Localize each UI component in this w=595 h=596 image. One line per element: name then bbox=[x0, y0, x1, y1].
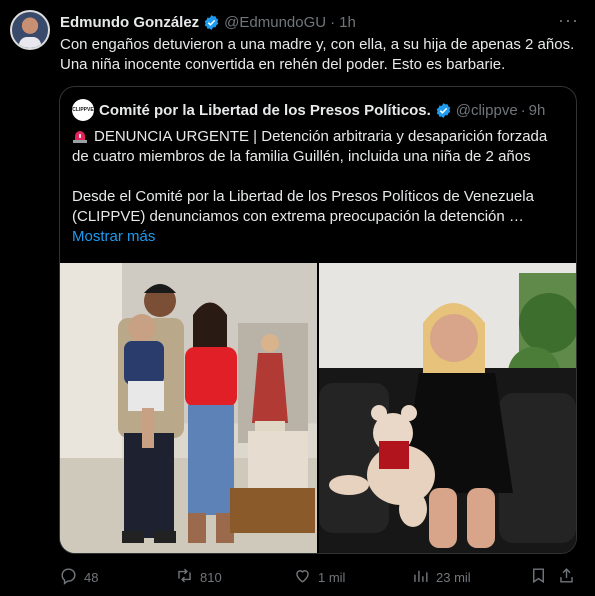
heart-icon bbox=[293, 566, 312, 588]
like-button[interactable]: 1 mil bbox=[293, 566, 345, 588]
author-name[interactable]: Edmundo González bbox=[60, 14, 199, 31]
quoted-author-handle: @clippve bbox=[455, 101, 518, 119]
bookmark-button[interactable] bbox=[529, 566, 548, 588]
siren-icon bbox=[72, 129, 88, 143]
repost-icon bbox=[175, 566, 194, 588]
tweet-text: Con engaños detuvieron a una madre y, co… bbox=[60, 36, 575, 73]
quoted-author-name: Comité por la Libertad de los Presos Pol… bbox=[99, 101, 431, 119]
tweet-header: Edmundo González @EdmundoGU · 1h bbox=[60, 11, 585, 33]
views-button[interactable]: 23 mil bbox=[411, 566, 471, 588]
reply-button[interactable]: 48 bbox=[59, 566, 98, 588]
tweet-actions-bar: 48 810 1 mil 23 mil bbox=[59, 566, 579, 588]
quoted-paragraph-2: Desde el Comité por la Libertad de los P… bbox=[72, 188, 534, 225]
quoted-author-avatar: CLIPPVE bbox=[72, 99, 94, 121]
verified-badge-icon bbox=[203, 14, 220, 31]
quoted-media-grid bbox=[60, 263, 576, 553]
reply-icon bbox=[59, 566, 78, 588]
author-handle[interactable]: @EdmundoGU bbox=[224, 14, 326, 31]
quoted-tweet-time: 9h bbox=[528, 101, 546, 119]
reply-count: 48 bbox=[84, 569, 99, 585]
quoted-tweet-card[interactable]: CLIPPVE Comité por la Libertad de los Pr… bbox=[59, 86, 577, 554]
repost-count: 810 bbox=[200, 569, 222, 585]
author-avatar[interactable] bbox=[10, 10, 50, 50]
dot-separator: · bbox=[520, 101, 526, 119]
photo-family[interactable] bbox=[60, 263, 317, 553]
dot-separator: · bbox=[330, 13, 336, 31]
show-more-link[interactable]: Mostrar más bbox=[72, 227, 568, 247]
quoted-paragraph-1: DENUNCIA URGENTE | Detención arbitraria … bbox=[72, 128, 548, 165]
share-button[interactable] bbox=[557, 566, 576, 588]
like-count: 1 mil bbox=[318, 569, 346, 585]
quoted-tweet-header: CLIPPVE Comité por la Libertad de los Pr… bbox=[72, 99, 566, 121]
photo-woman-with-teddy[interactable] bbox=[319, 263, 576, 553]
views-count: 23 mil bbox=[436, 569, 471, 585]
bookmark-icon bbox=[529, 566, 548, 588]
more-options-icon[interactable]: ··· bbox=[558, 11, 579, 29]
share-icon bbox=[557, 566, 576, 588]
verified-badge-icon bbox=[435, 102, 452, 119]
analytics-icon bbox=[411, 566, 430, 588]
repost-button[interactable]: 810 bbox=[175, 566, 222, 588]
quoted-tweet-text: DENUNCIA URGENTE | Detención arbitraria … bbox=[72, 127, 568, 247]
tweet-time[interactable]: 1h bbox=[339, 14, 356, 31]
